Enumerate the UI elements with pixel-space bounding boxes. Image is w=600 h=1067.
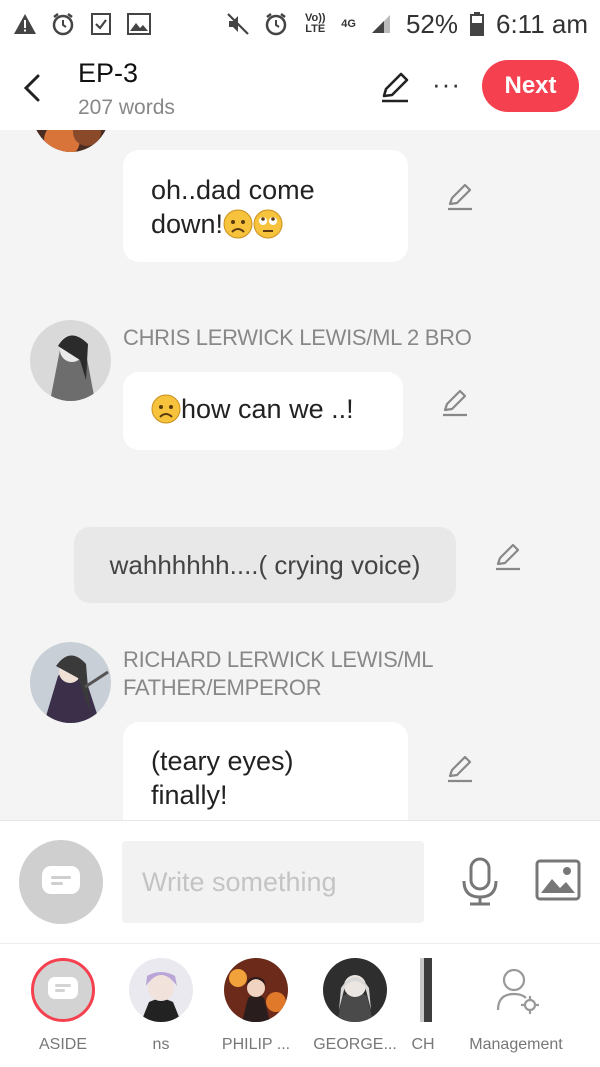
- image-notification-icon: [126, 11, 152, 37]
- character-avatar: [129, 958, 193, 1022]
- character-cast-bar: ASIDE ns PHILIP ... GEORGE... CH Managem…: [0, 943, 600, 1067]
- status-bar-left: [12, 11, 152, 37]
- character-avatar[interactable]: [30, 642, 111, 723]
- cast-label: ns: [152, 1036, 170, 1053]
- character-avatar: [323, 958, 387, 1022]
- message-text-line: oh..dad come: [151, 175, 315, 205]
- character-avatar[interactable]: [32, 130, 110, 152]
- character-avatar[interactable]: [30, 320, 111, 401]
- chat-area[interactable]: oh..dad come down! CHRIS LERWICK LEWIS/M…: [0, 130, 600, 820]
- cast-label: Management: [469, 1036, 563, 1053]
- user-settings-icon: [496, 968, 540, 1014]
- volte-indicator: Vo)) LTE: [304, 12, 326, 35]
- worried-face-emoji-icon: [223, 209, 253, 239]
- alarm-icon: [263, 11, 289, 37]
- clock: 6:11 am: [495, 8, 588, 39]
- more-options-icon[interactable]: ···: [432, 71, 461, 97]
- message-text-line: (teary eyes): [151, 746, 294, 776]
- edit-title-pen-icon[interactable]: [378, 70, 412, 104]
- message-text-line: down!: [151, 207, 380, 241]
- cast-label: PHILIP ...: [221, 1036, 291, 1053]
- battery-icon: [469, 11, 484, 37]
- cast-item-aside[interactable]: ASIDE: [13, 944, 113, 1067]
- write-something-input[interactable]: [122, 841, 424, 923]
- message-bubble[interactable]: oh..dad come down!: [123, 150, 408, 262]
- cast-label: CH: [411, 1036, 435, 1053]
- edit-message-pen-icon[interactable]: [445, 754, 475, 784]
- speaker-name-line: FATHER/EMPEROR: [123, 675, 322, 700]
- cast-label: GEORGE...: [313, 1036, 397, 1053]
- battery-percent: 52%: [405, 8, 458, 39]
- speaker-name: RICHARD LERWICK LEWIS/ML FATHER/EMPEROR: [123, 646, 434, 702]
- next-button[interactable]: Next: [482, 60, 579, 112]
- episode-title[interactable]: EP-3: [78, 58, 138, 89]
- speaker-name-line: RICHARD LERWICK LEWIS/ML: [123, 647, 434, 672]
- message-bubble[interactable]: (teary eyes) finally!: [123, 722, 408, 820]
- chat-bubble-icon: [48, 977, 78, 999]
- aside-toggle-button[interactable]: [19, 840, 103, 924]
- cast-item-character[interactable]: GEORGE...: [305, 944, 405, 1067]
- insert-image-icon[interactable]: [535, 859, 581, 901]
- composer-bar: [0, 820, 600, 943]
- episode-header: EP-3 207 words ··· Next: [0, 48, 600, 130]
- mute-icon: [225, 11, 251, 37]
- status-bar-right: Vo)) LTE 4G 52% 6:11 am: [225, 9, 588, 40]
- cast-management[interactable]: Management: [460, 944, 572, 1067]
- chat-bubble-icon: [42, 866, 80, 894]
- message-bubble[interactable]: how can we ..!: [123, 372, 403, 450]
- word-count: 207 words: [78, 96, 175, 119]
- status-bar: Vo)) LTE 4G 52% 6:11 am: [0, 0, 600, 48]
- network-type: 4G: [341, 17, 356, 30]
- cast-item-character[interactable]: PHILIP ...: [206, 944, 306, 1067]
- aside-avatar: [31, 958, 95, 1022]
- character-avatar: [224, 958, 288, 1022]
- alarm-icon: [50, 11, 76, 37]
- speaker-name: CHRIS LERWICK LEWIS/ML 2 BRO: [123, 325, 472, 350]
- aside-bubble[interactable]: wahhhhhh....( crying voice): [74, 527, 456, 603]
- worried-face-emoji-icon: [151, 394, 181, 424]
- signal-icon: [368, 11, 394, 37]
- cast-label: ASIDE: [38, 1036, 87, 1053]
- cast-item-character[interactable]: CH: [400, 944, 446, 1067]
- edit-message-pen-icon[interactable]: [445, 182, 475, 212]
- back-arrow-icon[interactable]: [18, 70, 46, 106]
- character-avatar: [420, 958, 432, 1022]
- message-text: how can we ..!: [181, 394, 354, 424]
- checklist-icon: [88, 11, 114, 37]
- rolling-eyes-emoji-icon: [253, 209, 283, 239]
- message-text-line: finally!: [151, 780, 228, 810]
- microphone-icon[interactable]: [458, 857, 502, 907]
- edit-message-pen-icon[interactable]: [493, 542, 523, 572]
- cast-item-character[interactable]: ns: [111, 944, 211, 1067]
- warning-icon: [12, 11, 38, 37]
- edit-message-pen-icon[interactable]: [440, 388, 470, 418]
